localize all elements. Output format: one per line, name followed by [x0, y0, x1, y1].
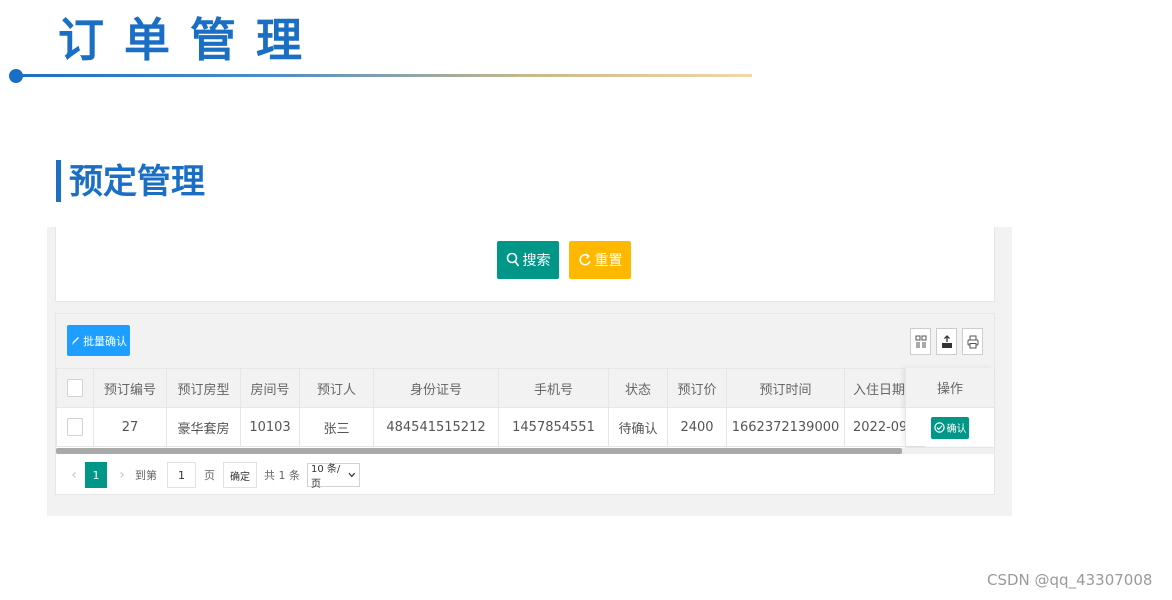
batch-confirm-label: 批量确认: [83, 334, 127, 348]
reset-button-label: 重置: [594, 253, 623, 269]
table-toolbar: 批量确认: [56, 314, 994, 369]
print-button[interactable]: [962, 328, 983, 355]
col-header-booker[interactable]: 预订人: [299, 368, 374, 408]
columns-icon: [915, 335, 926, 348]
page-unit-label: 页: [204, 469, 215, 482]
goto-label: 到第: [135, 469, 157, 482]
cell-booker: 张三: [299, 407, 374, 447]
chevron-left-icon[interactable]: ‹: [67, 467, 81, 483]
columns-filter-button[interactable]: [910, 328, 931, 355]
slide-title: 订单管理: [58, 13, 322, 67]
goto-confirm-button[interactable]: 确定: [223, 462, 257, 488]
section-title: 预定管理: [69, 162, 205, 202]
cell-id-card: 484541515212: [373, 407, 499, 447]
cell-price: 2400: [667, 407, 727, 447]
watermark: CSDN @qq_43307008: [987, 571, 1153, 589]
print-icon: [967, 335, 978, 348]
row-checkbox[interactable]: [67, 418, 83, 436]
fixed-action-column: 操作 确认: [905, 368, 994, 448]
col-header-phone[interactable]: 手机号: [498, 368, 609, 408]
confirm-button-label: 确认: [946, 424, 967, 435]
col-header-id-card[interactable]: 身份证号: [373, 368, 499, 408]
cell-status: 待确认: [608, 407, 668, 447]
cell-id: 27: [93, 407, 167, 447]
col-header-price[interactable]: 预订价: [667, 368, 727, 408]
table-header-row: 预订编号 预订房型 房间号 预订人 身份证号 手机号 状态 预订价 预订时间 入…: [56, 368, 925, 408]
edit-icon: [72, 336, 79, 345]
col-header-room-type[interactable]: 预订房型: [166, 368, 241, 408]
total-count: 共 1 条: [264, 469, 300, 482]
select-all-checkbox[interactable]: [67, 379, 83, 397]
search-icon: [506, 252, 519, 267]
batch-confirm-button[interactable]: 批量确认: [67, 325, 130, 356]
export-button[interactable]: [936, 328, 957, 355]
page-size-select[interactable]: 10 条/页: [307, 463, 360, 490]
goto-page-input[interactable]: 1: [167, 462, 196, 488]
chevron-right-icon[interactable]: ›: [115, 467, 129, 483]
col-header-booking-time[interactable]: 预订时间: [726, 368, 845, 408]
chevron-down-icon: [348, 472, 356, 478]
select-all-cell[interactable]: [56, 368, 94, 408]
pagination: ‹ 1 › 到第 1 页 确定 共 1 条 10 条/页: [56, 456, 994, 494]
current-page-button[interactable]: 1: [85, 462, 107, 488]
horizontal-scrollbar[interactable]: [56, 448, 994, 454]
row-select-cell[interactable]: [56, 407, 94, 447]
search-button-label: 搜索: [522, 253, 551, 269]
cell-booking-time: 1662372139000: [726, 407, 845, 447]
refresh-icon: [578, 253, 591, 266]
section-accent-bar: [56, 160, 61, 202]
col-header-id[interactable]: 预订编号: [93, 368, 167, 408]
confirm-button[interactable]: 确认: [931, 416, 969, 439]
action-cell: 确认: [905, 408, 994, 448]
table-row[interactable]: 27 豪华套房 10103 张三 484541515212 1457854551…: [56, 407, 925, 447]
check-circle-icon: [933, 422, 945, 433]
cell-room-type: 豪华套房: [166, 407, 241, 447]
export-icon: [941, 334, 952, 348]
page-size-value: 10 条/页: [311, 464, 341, 490]
reset-button[interactable]: 重置: [569, 241, 631, 279]
bookings-table: 预订编号 预订房型 房间号 预订人 身份证号 手机号 状态 预订价 预订时间 入…: [56, 368, 925, 447]
cell-phone: 1457854551: [498, 407, 609, 447]
scrollbar-thumb[interactable]: [56, 448, 902, 454]
app-screenshot: 搜索 重置 批量确认 预订编号 预订房型 房间号 预订人 身份证号 手机号 状态…: [47, 227, 1012, 516]
search-button[interactable]: 搜索: [497, 241, 559, 279]
col-header-action: 操作: [905, 368, 994, 408]
title-underline: [14, 74, 752, 77]
title-bullet-dot: [9, 69, 23, 83]
cell-room-no: 10103: [240, 407, 300, 447]
search-panel: 搜索 重置: [55, 227, 995, 302]
col-header-room-no[interactable]: 房间号: [240, 368, 300, 408]
data-table-card: 批量确认 预订编号 预订房型 房间号 预订人 身份证号 手机号 状态 预订价 预…: [55, 313, 995, 495]
col-header-status[interactable]: 状态: [608, 368, 668, 408]
